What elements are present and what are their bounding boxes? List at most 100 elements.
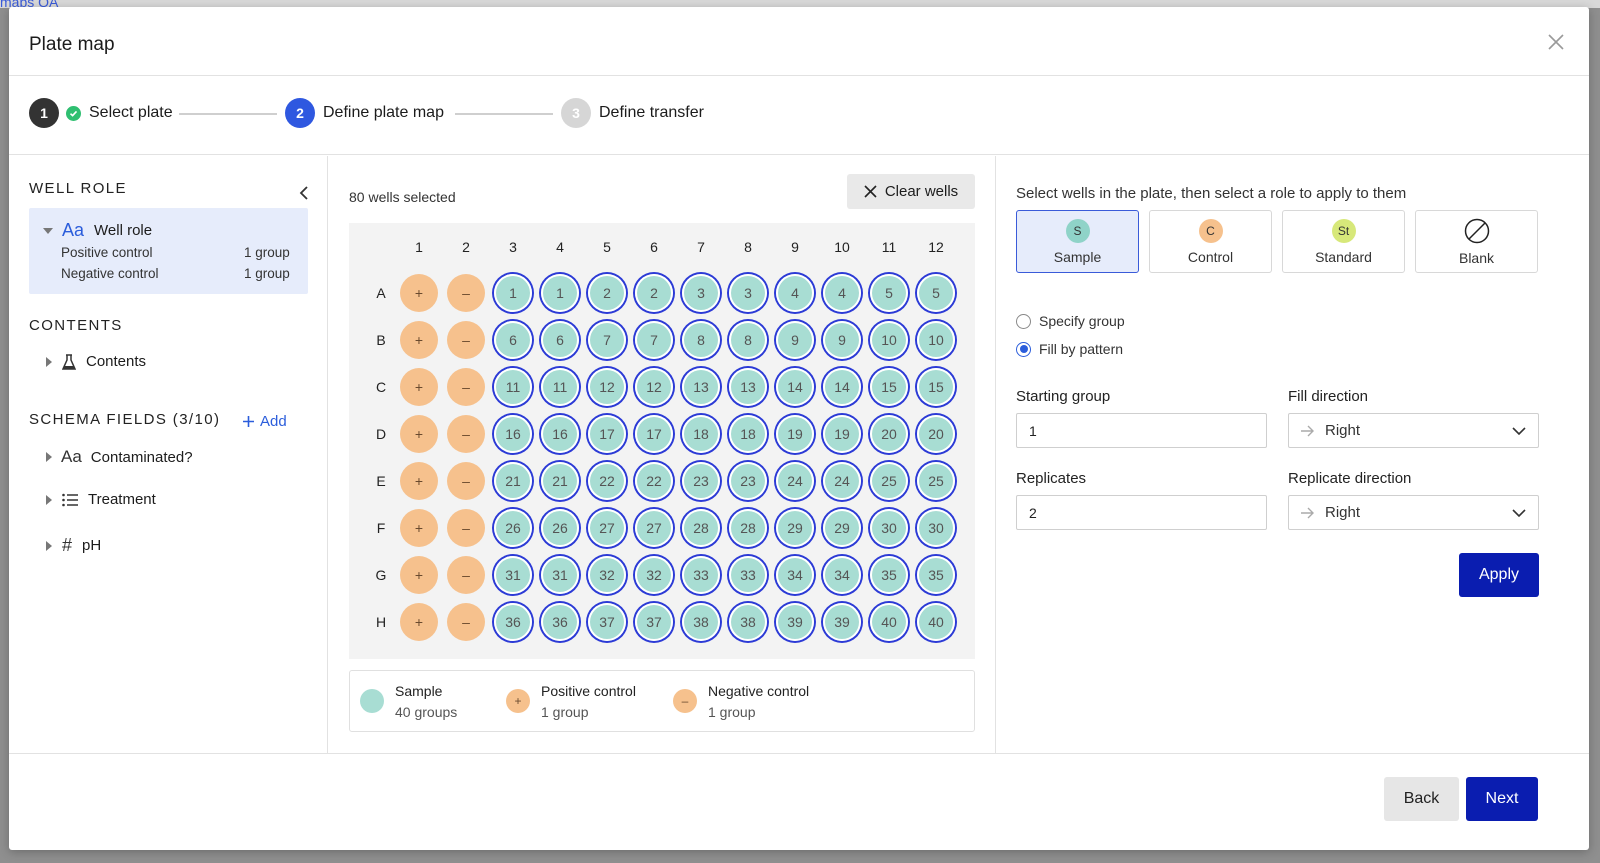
starting-group-input[interactable] — [1016, 413, 1267, 448]
well-negative-control[interactable]: – — [447, 603, 485, 641]
contents-node[interactable]: Contents — [45, 353, 146, 370]
back-button[interactable]: Back — [1384, 777, 1459, 821]
well-sample[interactable]: 34 — [823, 556, 861, 594]
well-sample[interactable]: 25 — [870, 462, 908, 500]
well-sample[interactable]: 31 — [494, 556, 532, 594]
schema-field-contaminated[interactable]: Aa Contaminated? — [45, 447, 193, 467]
column-header[interactable]: 11 — [874, 239, 904, 255]
well-sample[interactable]: 14 — [823, 368, 861, 406]
next-button[interactable]: Next — [1466, 777, 1538, 821]
column-header[interactable]: 10 — [827, 239, 857, 255]
well-sample[interactable]: 16 — [494, 415, 532, 453]
well-sample[interactable]: 35 — [870, 556, 908, 594]
well-negative-control[interactable]: – — [447, 415, 485, 453]
well-sample[interactable]: 36 — [541, 603, 579, 641]
well-sample[interactable]: 23 — [682, 462, 720, 500]
well-sample[interactable]: 24 — [823, 462, 861, 500]
well-positive-control[interactable]: + — [400, 556, 438, 594]
role-control-button[interactable]: C Control — [1149, 210, 1272, 273]
well-sample[interactable]: 22 — [588, 462, 626, 500]
well-sample[interactable]: 12 — [588, 368, 626, 406]
column-header[interactable]: 12 — [921, 239, 951, 255]
well-sample[interactable]: 12 — [635, 368, 673, 406]
row-header[interactable]: B — [366, 332, 396, 348]
well-positive-control[interactable]: + — [400, 462, 438, 500]
well-negative-control[interactable]: – — [447, 509, 485, 547]
well-sample[interactable]: 30 — [870, 509, 908, 547]
specify-group-option[interactable]: Specify group — [1016, 313, 1125, 329]
replicate-direction-select[interactable]: Right — [1288, 495, 1539, 530]
column-header[interactable]: 6 — [639, 239, 669, 255]
positive-control-item[interactable]: Positive control — [61, 245, 153, 260]
row-header[interactable]: D — [366, 426, 396, 442]
step-define-transfer[interactable]: 3 Define transfer — [561, 98, 704, 128]
well-sample[interactable]: 30 — [917, 509, 955, 547]
well-sample[interactable]: 32 — [588, 556, 626, 594]
well-sample[interactable]: 27 — [588, 509, 626, 547]
well-positive-control[interactable]: + — [400, 603, 438, 641]
well-positive-control[interactable]: + — [400, 274, 438, 312]
well-sample[interactable]: 33 — [682, 556, 720, 594]
close-button[interactable] — [1543, 29, 1569, 55]
fill-by-pattern-radio[interactable] — [1016, 341, 1031, 357]
replicates-input[interactable] — [1016, 495, 1267, 530]
row-header[interactable]: G — [366, 567, 396, 583]
well-sample[interactable]: 8 — [729, 321, 767, 359]
well-sample[interactable]: 10 — [917, 321, 955, 359]
well-sample[interactable]: 20 — [870, 415, 908, 453]
step-select-plate[interactable]: 1 Select plate — [29, 98, 173, 128]
well-sample[interactable]: 4 — [776, 274, 814, 312]
well-negative-control[interactable]: – — [447, 462, 485, 500]
well-sample[interactable]: 37 — [635, 603, 673, 641]
role-standard-button[interactable]: St Standard — [1282, 210, 1405, 273]
step-define-plate-map[interactable]: 2 Define plate map — [285, 98, 444, 128]
well-positive-control[interactable]: + — [400, 509, 438, 547]
well-sample[interactable]: 20 — [917, 415, 955, 453]
well-sample[interactable]: 32 — [635, 556, 673, 594]
well-sample[interactable]: 5 — [917, 274, 955, 312]
well-sample[interactable]: 2 — [588, 274, 626, 312]
well-sample[interactable]: 27 — [635, 509, 673, 547]
well-sample[interactable]: 8 — [682, 321, 720, 359]
column-header[interactable]: 4 — [545, 239, 575, 255]
collapse-panel-button[interactable] — [293, 182, 315, 204]
row-header[interactable]: E — [366, 473, 396, 489]
fill-by-pattern-option[interactable]: Fill by pattern — [1016, 341, 1123, 357]
row-header[interactable]: F — [366, 520, 396, 536]
well-sample[interactable]: 9 — [823, 321, 861, 359]
well-sample[interactable]: 16 — [541, 415, 579, 453]
well-sample[interactable]: 39 — [776, 603, 814, 641]
role-sample-button[interactable]: S Sample — [1016, 210, 1139, 273]
well-sample[interactable]: 18 — [682, 415, 720, 453]
well-sample[interactable]: 19 — [776, 415, 814, 453]
row-header[interactable]: C — [366, 379, 396, 395]
apply-button[interactable]: Apply — [1459, 553, 1539, 597]
well-sample[interactable]: 2 — [635, 274, 673, 312]
schema-field-ph[interactable]: # pH — [45, 535, 101, 556]
well-sample[interactable]: 17 — [588, 415, 626, 453]
column-header[interactable]: 8 — [733, 239, 763, 255]
role-blank-button[interactable]: Blank — [1415, 210, 1538, 273]
column-header[interactable]: 5 — [592, 239, 622, 255]
well-sample[interactable]: 19 — [823, 415, 861, 453]
clear-wells-button[interactable]: Clear wells — [847, 174, 975, 209]
well-negative-control[interactable]: – — [447, 321, 485, 359]
plate-grid[interactable]: 1 2 3 4 5 6 7 8 9 10 11 12 A + –1 1 2 2 3 3 4 4 5 5 B + –6 6 7 7 8 8 9 9 1… — [349, 223, 975, 659]
well-sample[interactable]: 7 — [588, 321, 626, 359]
well-sample[interactable]: 40 — [917, 603, 955, 641]
well-negative-control[interactable]: – — [447, 274, 485, 312]
row-header[interactable]: H — [366, 614, 396, 630]
well-sample[interactable]: 21 — [541, 462, 579, 500]
well-sample[interactable]: 15 — [870, 368, 908, 406]
well-sample[interactable]: 33 — [729, 556, 767, 594]
well-sample[interactable]: 26 — [541, 509, 579, 547]
negative-control-item[interactable]: Negative control — [61, 266, 159, 281]
well-sample[interactable]: 22 — [635, 462, 673, 500]
well-sample[interactable]: 25 — [917, 462, 955, 500]
well-sample[interactable]: 6 — [541, 321, 579, 359]
well-sample[interactable]: 31 — [541, 556, 579, 594]
well-sample[interactable]: 4 — [823, 274, 861, 312]
well-sample[interactable]: 39 — [823, 603, 861, 641]
well-negative-control[interactable]: – — [447, 556, 485, 594]
column-header[interactable]: 9 — [780, 239, 810, 255]
